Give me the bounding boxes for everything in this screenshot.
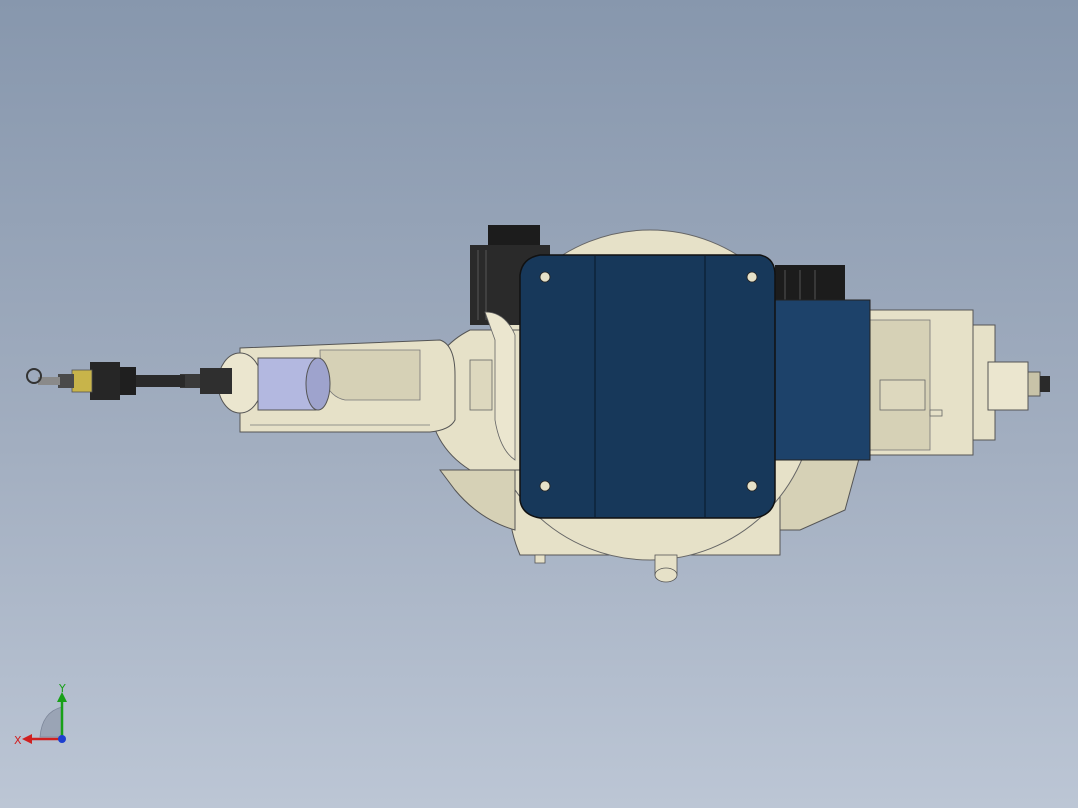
- robot-arm-model[interactable]: [0, 0, 1078, 808]
- z-axis-dot: [58, 735, 66, 743]
- upper-arm: [217, 339, 456, 433]
- base-mount: [854, 309, 1050, 456]
- x-axis-arrowhead: [22, 734, 32, 744]
- coordinate-triad: Y X: [14, 682, 67, 747]
- triad-plane: [39, 706, 63, 738]
- x-axis-label: X: [14, 734, 22, 747]
- y-axis-label: Y: [58, 682, 66, 695]
- wrist-tool: [26, 362, 232, 400]
- cad-viewport[interactable]: Y X: [0, 0, 1078, 808]
